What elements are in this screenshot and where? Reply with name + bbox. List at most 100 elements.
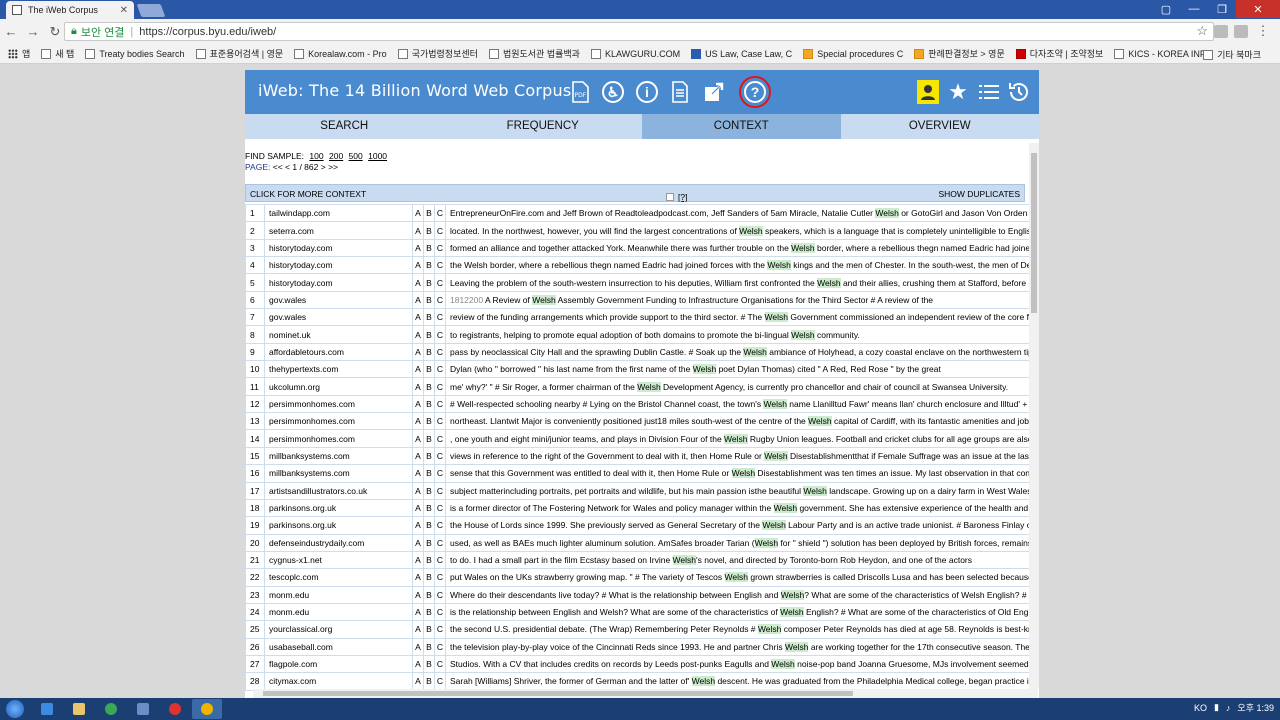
keyword-highlight[interactable]: Welsh	[724, 433, 748, 444]
tab-search[interactable]: SEARCH	[245, 114, 444, 139]
close-tab-icon[interactable]: ✕	[120, 5, 128, 16]
col-c[interactable]: C	[434, 516, 446, 535]
col-a[interactable]: A	[412, 394, 424, 414]
col-b[interactable]: B	[423, 325, 435, 344]
keyword-highlight[interactable]: Welsh	[754, 537, 779, 548]
col-b[interactable]: B	[423, 585, 435, 604]
app-taskbar-icon[interactable]	[160, 699, 190, 719]
context-cell[interactable]: me' why?' " # Sir Roger, a former chairm…	[445, 377, 1031, 396]
source-link[interactable]: parkinsons.org.uk	[264, 498, 413, 518]
new-tab-button[interactable]	[136, 4, 166, 17]
reload-icon[interactable]: ↻	[44, 24, 66, 40]
sample-size-link[interactable]: 200	[329, 151, 343, 161]
col-b[interactable]: B	[423, 654, 435, 674]
bookmark-item[interactable]: US Law, Case Law, C	[691, 48, 792, 59]
close-window-icon[interactable]: ✕	[1236, 0, 1280, 18]
col-a[interactable]: A	[412, 429, 424, 448]
col-a[interactable]: A	[412, 620, 424, 639]
volume-icon[interactable]: ♪	[1226, 703, 1231, 713]
help-icon[interactable]: ?	[739, 76, 771, 108]
bookmark-item[interactable]: 다자조약 | 조약정보	[1015, 47, 1103, 60]
source-link[interactable]: nominet.uk	[264, 325, 413, 344]
col-c[interactable]: C	[434, 585, 446, 604]
tab-frequency[interactable]: FREQUENCY	[444, 114, 643, 139]
keyword-highlight[interactable]: Welsh	[791, 329, 815, 340]
col-b[interactable]: B	[423, 550, 435, 570]
keyword-highlight[interactable]: Welsh	[764, 450, 788, 461]
col-c[interactable]: C	[434, 620, 446, 639]
bookmark-item[interactable]: Special procedures C	[803, 48, 903, 59]
page-next-links[interactable]: > >>	[321, 162, 338, 172]
extension-icon[interactable]	[1234, 25, 1248, 38]
context-cell[interactable]: the House of Lords since 1999. She previ…	[445, 516, 1031, 535]
col-c[interactable]: C	[434, 238, 446, 258]
col-a[interactable]: A	[412, 377, 424, 396]
source-link[interactable]: millbanksystems.com	[264, 446, 413, 466]
keyword-highlight[interactable]: Welsh	[672, 555, 696, 566]
source-link[interactable]: usabaseball.com	[264, 637, 413, 656]
clock[interactable]: 오후 1:39	[1237, 701, 1274, 714]
col-b[interactable]: B	[423, 377, 435, 396]
col-a[interactable]: A	[412, 672, 424, 691]
context-cell[interactable]: 1812200 A Review of Welsh Assembly Gover…	[445, 290, 1031, 310]
keyword-highlight[interactable]: Welsh	[780, 607, 804, 618]
keyword-highlight[interactable]: Welsh	[532, 294, 556, 305]
context-cell[interactable]: # Well-respected schooling nearby # Lyin…	[445, 394, 1031, 414]
col-b[interactable]: B	[423, 620, 435, 639]
keyword-highlight[interactable]: Welsh	[875, 208, 899, 219]
context-cell[interactable]: Where do their descendants live today? #…	[445, 585, 1031, 604]
col-a[interactable]: A	[412, 256, 424, 275]
col-b[interactable]: B	[423, 464, 435, 483]
col-c[interactable]: C	[434, 203, 446, 223]
col-c[interactable]: C	[434, 325, 446, 344]
select-all-checkbox[interactable]	[666, 193, 674, 201]
horizontal-scrollbar[interactable]	[253, 689, 1038, 698]
col-b[interactable]: B	[423, 412, 435, 431]
col-b[interactable]: B	[423, 637, 435, 656]
browser-tab[interactable]: The iWeb Corpus ✕	[6, 1, 134, 19]
extension-icon[interactable]	[1214, 25, 1228, 38]
col-c[interactable]: C	[434, 446, 446, 466]
pdf-icon[interactable]: PDF	[567, 79, 593, 105]
keyword-highlight[interactable]: Welsh	[762, 520, 786, 531]
bookmark-item[interactable]: 표준용어검색 | 영문	[195, 47, 283, 60]
page-prev-links[interactable]: << <	[273, 162, 290, 172]
col-a[interactable]: A	[412, 498, 424, 518]
context-cell[interactable]: the Welsh border, where a rebellious the…	[445, 256, 1031, 275]
source-link[interactable]: citymax.com	[264, 672, 413, 691]
source-link[interactable]: millbanksystems.com	[264, 464, 413, 483]
tab-overview[interactable]: OVERVIEW	[841, 114, 1040, 139]
start-button[interactable]	[0, 698, 30, 720]
user-profile-icon[interactable]: ▢	[1152, 0, 1180, 18]
accessibility-icon[interactable]: ♿︎	[602, 81, 624, 103]
col-c[interactable]: C	[434, 377, 446, 396]
col-b[interactable]: B	[423, 360, 435, 379]
context-cell[interactable]: review of the funding arrangements which…	[445, 308, 1031, 327]
passage-id[interactable]: 1812200	[450, 295, 483, 305]
source-link[interactable]: gov.wales	[264, 308, 413, 327]
star-icon[interactable]: ★	[945, 79, 971, 105]
col-c[interactable]: C	[434, 637, 446, 656]
context-cell[interactable]: put Wales on the UKs strawberry growing …	[445, 568, 1031, 587]
col-c[interactable]: C	[434, 394, 446, 414]
col-b[interactable]: B	[423, 203, 435, 223]
context-cell[interactable]: the second U.S. presidential debate. (Th…	[445, 620, 1031, 639]
document-icon[interactable]	[667, 79, 693, 105]
user-icon[interactable]	[917, 80, 939, 104]
col-a[interactable]: A	[412, 585, 424, 604]
bookmark-item[interactable]: 판례판결정보 > 영문	[914, 47, 1005, 60]
app-taskbar-icon[interactable]	[128, 699, 158, 719]
keyword-highlight[interactable]: Welsh	[808, 416, 832, 427]
keyword-highlight[interactable]: Welsh	[780, 589, 805, 600]
col-a[interactable]: A	[412, 203, 424, 223]
explorer-taskbar-icon[interactable]	[64, 699, 94, 719]
col-a[interactable]: A	[412, 446, 424, 466]
col-a[interactable]: A	[412, 325, 424, 344]
context-cell[interactable]: the television play-by-play voice of the…	[445, 637, 1031, 656]
source-link[interactable]: thehypertexts.com	[264, 360, 413, 379]
context-cell[interactable]: sense that this Government was entitled …	[445, 464, 1031, 483]
keyword-highlight[interactable]: Welsh	[817, 277, 841, 288]
col-a[interactable]: A	[412, 464, 424, 483]
source-link[interactable]: tailwindapp.com	[264, 203, 413, 223]
context-cell[interactable]: formed an alliance and together attacked…	[445, 238, 1031, 258]
